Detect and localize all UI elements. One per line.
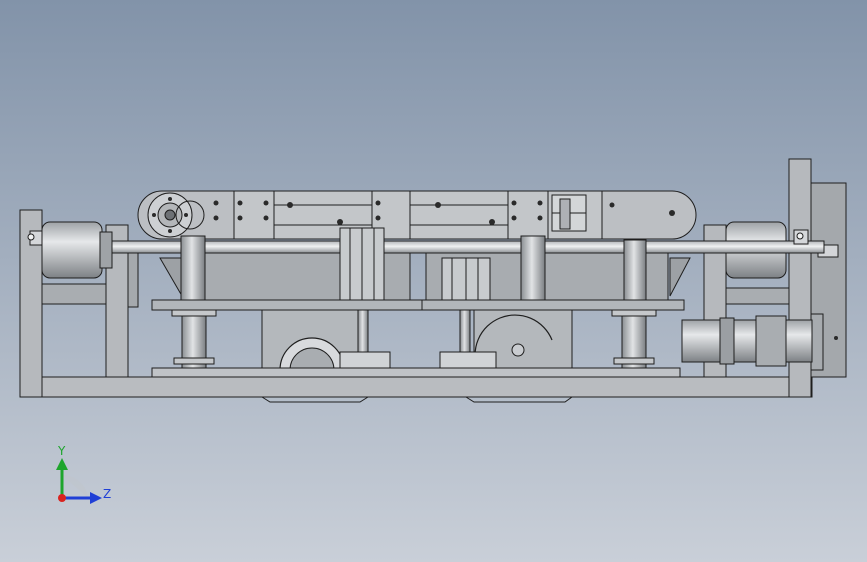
- x-axis-origin: [58, 494, 66, 502]
- z-axis-label: Z: [103, 487, 111, 501]
- y-axis-label: Y: [57, 444, 66, 458]
- y-axis-arrow: [56, 458, 68, 470]
- orientation-triad[interactable]: Y Z: [0, 0, 867, 562]
- triad-arc: [62, 474, 88, 498]
- cad-viewport[interactable]: Y Z: [0, 0, 867, 562]
- z-axis-arrow: [90, 492, 102, 504]
